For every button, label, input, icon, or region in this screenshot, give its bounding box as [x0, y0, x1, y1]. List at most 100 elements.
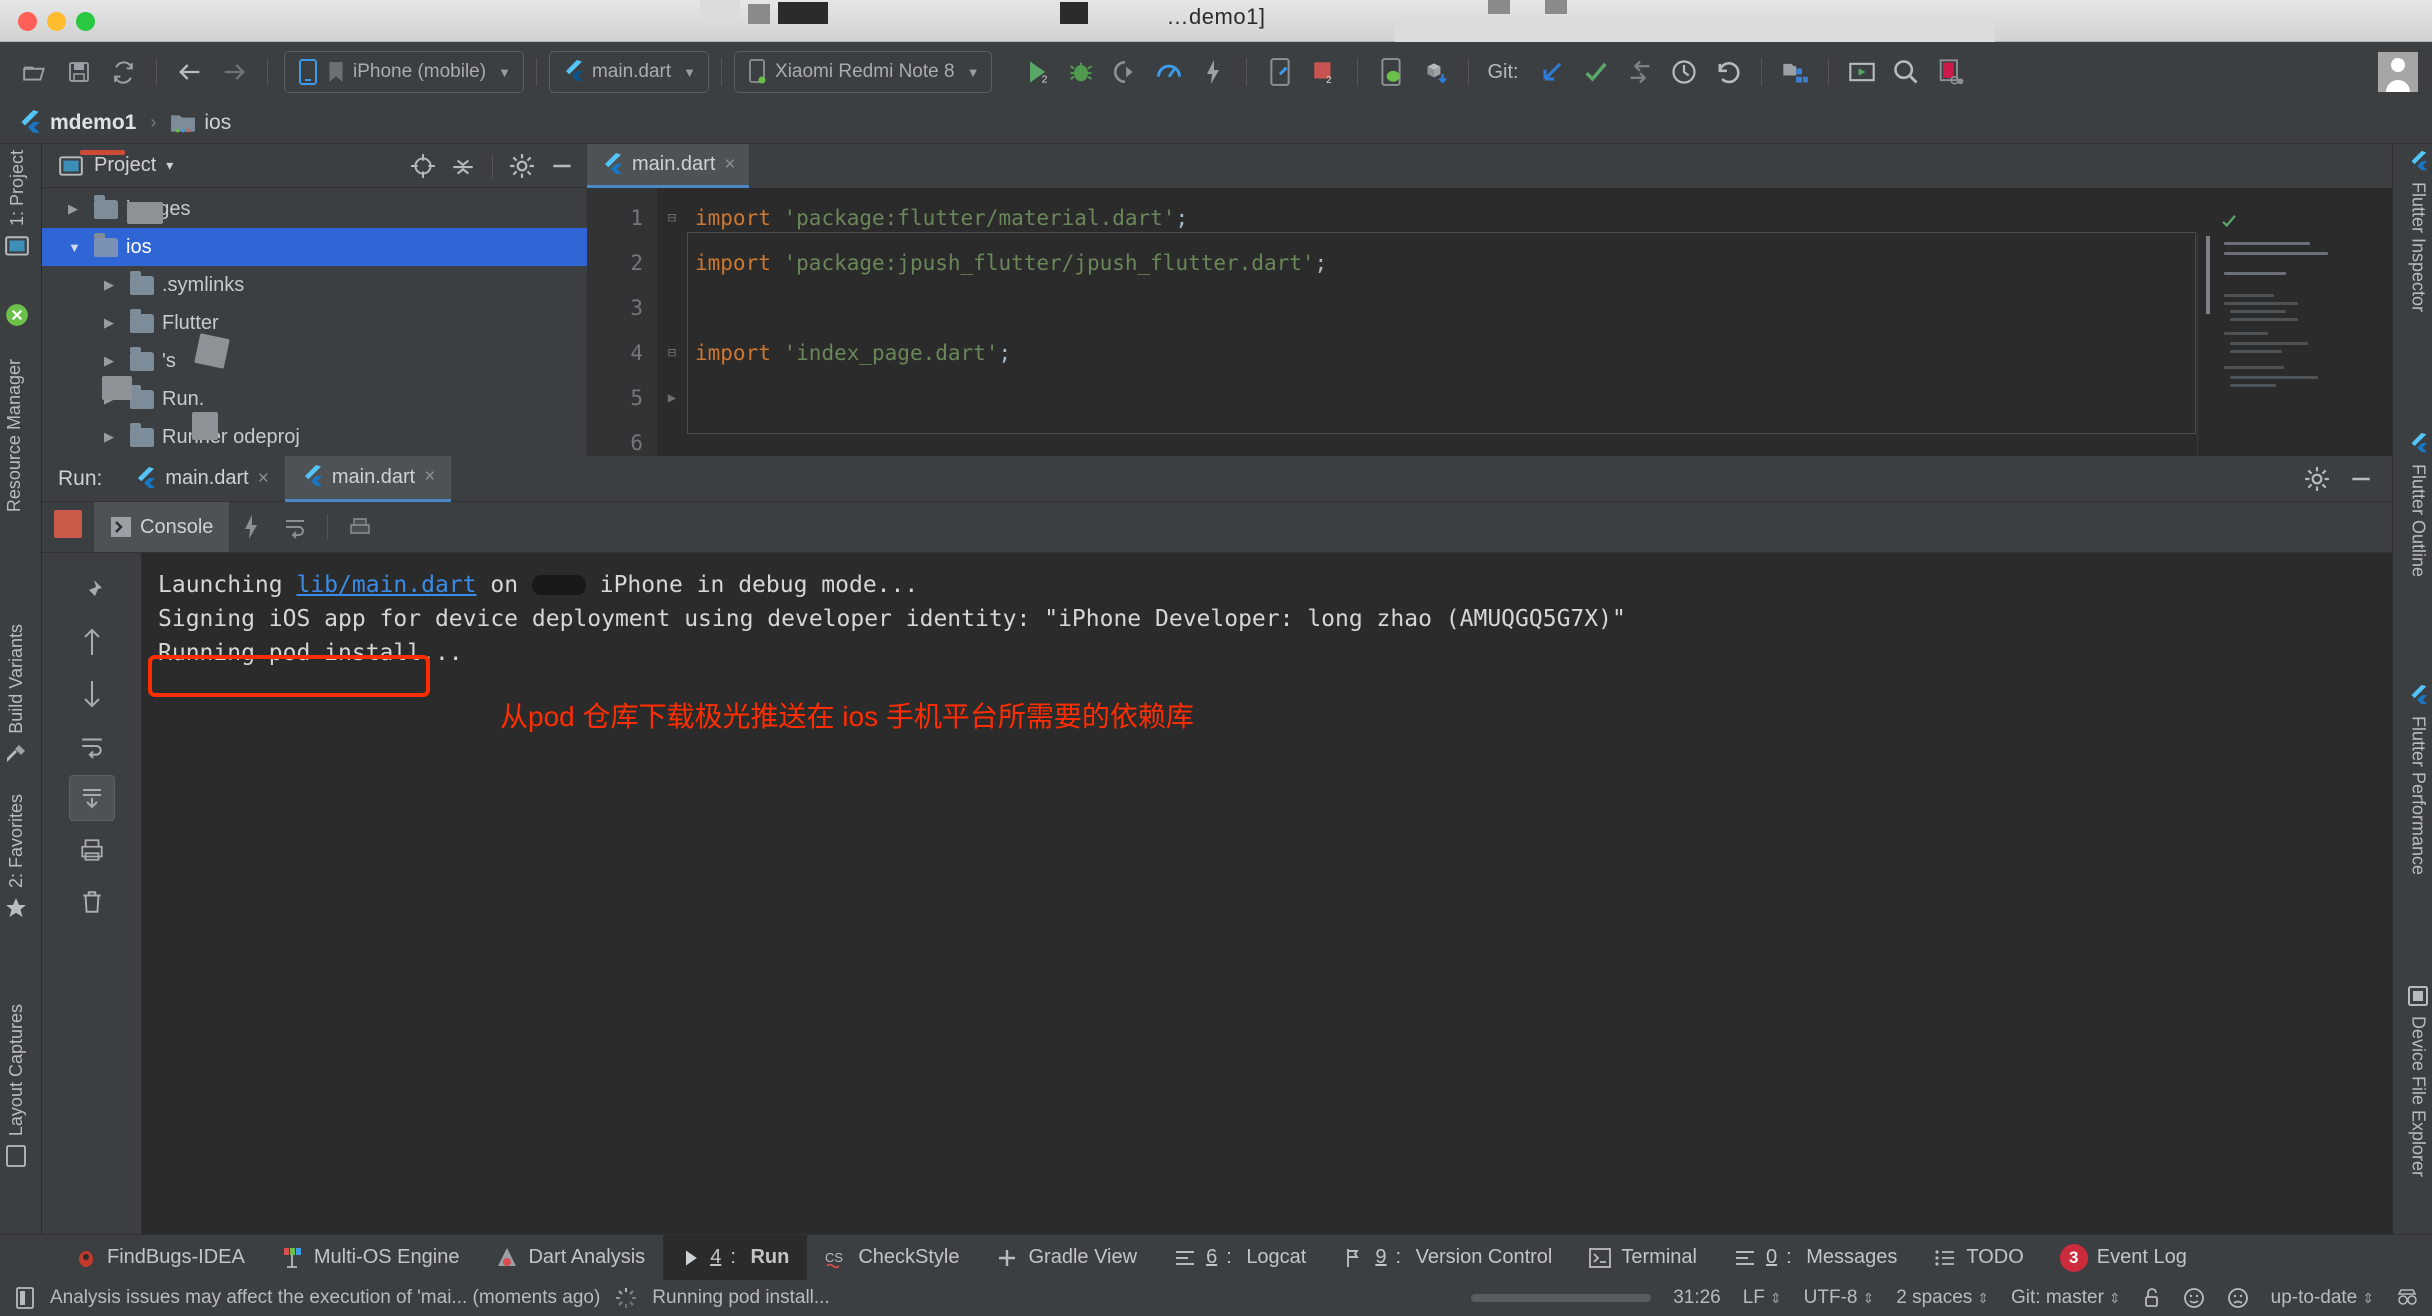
encoding-selector[interactable]: UTF-8 ⇕: [1804, 1287, 1875, 1309]
sidebar-item-flutter-inspector[interactable]: Flutter Inspector: [2406, 150, 2430, 312]
chevron-right-icon[interactable]: ▶: [104, 429, 122, 445]
chevron-right-icon[interactable]: ▶: [104, 353, 122, 369]
hide-panel-icon[interactable]: [547, 151, 577, 181]
hot-reload-icon[interactable]: [1192, 51, 1234, 93]
bottom-item-checkstyle[interactable]: CS CheckStyle: [807, 1235, 977, 1281]
locate-icon[interactable]: [408, 151, 438, 181]
editor-tab-main-dart[interactable]: main.dart ×: [587, 144, 750, 188]
stop-icon[interactable]: 2: [1303, 51, 1345, 93]
tree-item-ios[interactable]: ▼ ios: [42, 228, 587, 266]
bottom-item-event-log[interactable]: 3 Event Log: [2042, 1235, 2205, 1281]
bottom-item-gradle-view[interactable]: Gradle View: [977, 1235, 1155, 1281]
tree-item-redacted[interactable]: ▶ 's: [42, 342, 587, 380]
console-link-main-dart[interactable]: lib/main.dart: [296, 572, 476, 598]
chevron-down-icon[interactable]: ▼: [68, 240, 86, 255]
bottom-item-dart-analysis[interactable]: Dart Analysis: [477, 1235, 663, 1281]
bottom-item-todo[interactable]: TODO: [1915, 1235, 2041, 1281]
run-icon[interactable]: 2: [1016, 51, 1058, 93]
git-commit-icon[interactable]: [1575, 51, 1617, 93]
collapse-all-icon[interactable]: [448, 151, 478, 181]
git-push-icon[interactable]: [1619, 51, 1661, 93]
print-icon[interactable]: [338, 505, 382, 549]
filter-icon[interactable]: [229, 505, 273, 549]
clear-all-icon[interactable]: [69, 879, 115, 925]
sidebar-item-flutter-performance[interactable]: Flutter Performance: [2406, 684, 2430, 875]
scroll-to-end-icon[interactable]: [68, 775, 115, 821]
code-editor[interactable]: 1 2 3 4 5 6 ⊟ ⊟ ▶ import 'package:flutte…: [587, 188, 2392, 500]
sidebar-item-flutter-outline[interactable]: Flutter Outline: [2406, 432, 2430, 577]
bottom-item-findbugs[interactable]: FindBugs-IDEA: [56, 1235, 263, 1281]
bottom-item-multi-os-engine[interactable]: Multi-OS Engine: [263, 1235, 478, 1281]
run-tab-0[interactable]: main.dart ×: [118, 456, 284, 502]
tree-item-runner-xcodeproj[interactable]: ▶ Runner odeproj: [42, 418, 587, 456]
sidebar-item-resource-manager[interactable]: Resource Manager: [4, 359, 25, 512]
tree-item-images[interactable]: ▶ images: [42, 190, 587, 228]
scroll-down-icon[interactable]: [69, 671, 115, 717]
indent-selector[interactable]: 2 spaces ⇕: [1896, 1287, 1989, 1309]
bottom-item-run[interactable]: 4: Run: [663, 1234, 808, 1281]
android-device-icon[interactable]: [1370, 51, 1412, 93]
install-icon[interactable]: [1414, 51, 1456, 93]
bottom-item-logcat[interactable]: 6: Logcat: [1155, 1235, 1324, 1281]
status-icon[interactable]: [14, 1286, 36, 1310]
sad-face-icon[interactable]: [2227, 1287, 2249, 1309]
target-device-combo[interactable]: Xiaomi Redmi Note 8 ▼: [734, 51, 993, 93]
console-output-panel[interactable]: Launching lib/main.dart on iPhone in deb…: [42, 552, 2392, 1244]
open-folder-icon[interactable]: [14, 51, 56, 93]
code-text[interactable]: import 'package:flutter/material.dart'; …: [687, 188, 2392, 500]
project-structure-icon[interactable]: [1774, 51, 1816, 93]
bottom-item-messages[interactable]: 0: Messages: [1715, 1235, 1915, 1281]
navigate-forward-icon[interactable]: [213, 51, 255, 93]
breadcrumb-project[interactable]: mdemo1: [50, 111, 136, 135]
fold-marker[interactable]: ⊟: [657, 196, 687, 241]
soft-wrap-icon[interactable]: [69, 723, 115, 769]
revert-icon[interactable]: [1707, 51, 1749, 93]
navigate-back-icon[interactable]: [169, 51, 211, 93]
hide-panel-icon[interactable]: [2346, 464, 2376, 494]
avatar[interactable]: [2378, 52, 2418, 92]
run-tab-1[interactable]: main.dart ×: [284, 455, 452, 502]
breadcrumb-current[interactable]: ios: [204, 111, 231, 135]
pin-icon[interactable]: [69, 567, 115, 613]
inspector-icon[interactable]: [2396, 1286, 2418, 1310]
caret-position[interactable]: 31:26: [1673, 1287, 1721, 1309]
search-everywhere-icon[interactable]: [1885, 51, 1927, 93]
fold-marker[interactable]: ⊟: [657, 331, 687, 376]
scroll-up-icon[interactable]: [69, 619, 115, 665]
sidebar-item-device-file-explorer[interactable]: Device File Explorer: [2406, 984, 2430, 1177]
chevron-right-icon[interactable]: ▶: [104, 315, 122, 331]
history-icon[interactable]: [1663, 51, 1705, 93]
tree-item-symlinks[interactable]: ▶ .symlinks: [42, 266, 587, 304]
soft-wrap-icon[interactable]: [273, 505, 317, 549]
chevron-down-icon[interactable]: ▾: [166, 157, 173, 174]
stop-process-button[interactable]: [54, 510, 82, 538]
close-icon[interactable]: ×: [424, 466, 435, 488]
console-tab[interactable]: Console: [94, 502, 230, 552]
print-icon[interactable]: [69, 827, 115, 873]
flutter-device-icon[interactable]: [1259, 51, 1301, 93]
run-with-coverage-icon[interactable]: [1104, 51, 1146, 93]
update-status-selector[interactable]: up-to-date ⇕: [2271, 1287, 2374, 1309]
bottom-item-terminal[interactable]: Terminal: [1570, 1235, 1715, 1281]
debug-icon[interactable]: [1060, 51, 1102, 93]
tree-item-flutter[interactable]: ▶ Flutter: [42, 304, 587, 342]
profile-icon[interactable]: [1148, 51, 1190, 93]
lock-icon[interactable]: [2143, 1287, 2161, 1309]
happy-face-icon[interactable]: [2183, 1287, 2205, 1309]
bottom-item-version-control[interactable]: 9: Version Control: [1324, 1235, 1570, 1281]
save-all-icon[interactable]: [58, 51, 100, 93]
run-anything-icon[interactable]: [1841, 51, 1883, 93]
branch-selector[interactable]: Git: master ⇕: [2011, 1287, 2121, 1309]
git-update-icon[interactable]: [1531, 51, 1573, 93]
settings-gear-icon[interactable]: [507, 151, 537, 181]
sidebar-item-project[interactable]: 1: Project: [4, 150, 30, 260]
sidebar-item-build-variants[interactable]: Build Variants: [4, 624, 28, 766]
fold-gutter[interactable]: ⊟ ⊟ ▶: [657, 188, 687, 456]
sidebar-item-android-avatar[interactable]: [4, 302, 30, 328]
sync-icon[interactable]: [102, 51, 144, 93]
flutter-inspector-icon[interactable]: [1929, 51, 1971, 93]
run-config-combo[interactable]: main.dart ▼: [548, 51, 710, 93]
sidebar-item-favorites[interactable]: 2: Favorites: [4, 794, 28, 920]
close-icon[interactable]: ×: [724, 154, 735, 176]
device-combo[interactable]: iPhone (mobile) ▼: [284, 51, 524, 93]
